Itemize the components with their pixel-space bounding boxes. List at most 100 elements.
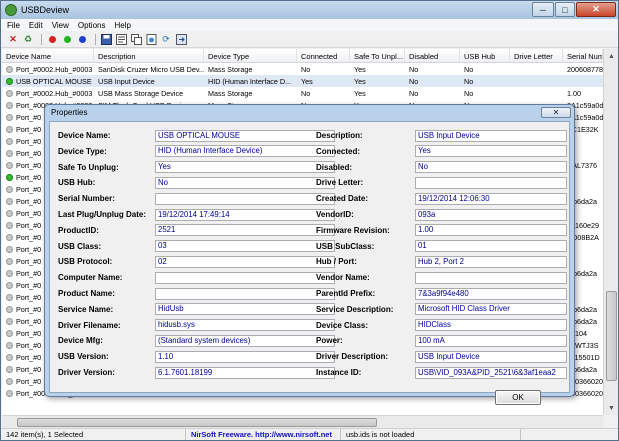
refresh-icon[interactable]: ⟳ [160,34,172,46]
property-value-field[interactable] [415,271,567,284]
property-value-field[interactable] [155,271,335,284]
title-bar[interactable]: USBDeview ─ □ ✕ [1,1,618,19]
column-header[interactable]: Connected [297,49,350,62]
column-header[interactable]: Drive Letter [510,49,563,62]
close-button[interactable]: ✕ [576,2,616,17]
property-value-field[interactable]: 1.00 [415,224,567,237]
status-dot-icon [6,245,13,253]
property-row: Service Description: [316,303,393,316]
cell-text: Yes [354,76,366,86]
blue-dot-icon[interactable] [76,34,88,46]
property-value-field[interactable]: 01 [415,240,567,253]
property-value-field[interactable]: 093a [415,208,567,221]
property-value-field[interactable]: Yes [415,145,567,158]
menu-file[interactable]: File [7,21,20,30]
property-value-field[interactable]: 100 mA [415,334,567,347]
status-credit-link[interactable]: NirSoft Freeware. http://www.nirsoft.net [186,429,341,440]
property-value-field[interactable]: HIDClass [415,319,567,332]
property-label: Service Description: [316,304,394,314]
property-value-field[interactable]: 2521 [155,224,335,237]
green-dot-icon[interactable] [61,34,73,46]
scroll-down-icon[interactable]: ▼ [604,401,619,415]
property-value-field[interactable]: HidUsb [155,303,335,316]
column-header[interactable]: USB Hub [460,49,510,62]
table-cell: USB Input Device [94,77,204,86]
property-value-field[interactable] [155,287,335,300]
menu-view[interactable]: View [52,21,69,30]
property-row: Computer Name: [58,271,122,284]
scroll-thumb[interactable] [606,291,617,381]
minimize-button[interactable]: ─ [532,2,554,17]
column-header[interactable]: Device Type [204,49,297,62]
property-row: Last Plug/Unplug Date: [58,208,146,221]
status-item-count: 142 item(s), 1 Selected [1,429,186,440]
property-label: ProductID: [58,225,99,235]
horizontal-scrollbar[interactable] [2,415,603,428]
column-header[interactable]: Disabled [405,49,460,62]
property-value-field[interactable]: USB Input Device [415,350,567,363]
vertical-scrollbar[interactable]: ▲ ▼ [603,49,618,415]
exit-icon[interactable] [175,34,187,46]
ok-button[interactable]: OK [495,390,541,405]
property-value-field[interactable]: Yes [155,161,335,174]
status-dot-icon [6,305,13,313]
property-label: Drive Letter: [316,178,364,188]
scroll-up-icon[interactable]: ▲ [604,49,619,63]
property-value-field[interactable]: hidusb.sys [155,319,335,332]
copy-icon[interactable] [130,34,142,46]
property-value-field[interactable]: USB Input Device [415,129,567,142]
cell-text: Mass Storage [208,88,253,98]
property-row: Safe To Unplug: [58,161,119,174]
save-icon[interactable] [100,34,112,46]
cell-text: Port_#0 [16,112,42,122]
dialog-close-button[interactable]: ✕ [541,107,571,118]
property-label: Driver Filename: [58,320,121,330]
property-label: Device Type: [58,146,107,156]
property-value-field[interactable]: USB\VID_093A&PID_2521\6&3af1eaa2 [415,366,567,379]
table-cell: Mass Storage [204,65,297,74]
menu-options[interactable]: Options [78,21,106,30]
cell-text: Port_#0 [16,304,42,314]
property-label: ParentId Prefix: [316,289,376,298]
property-value-field[interactable]: 19/12/2014 12:06:30 [415,192,567,205]
column-header[interactable]: Device Name [2,49,94,62]
property-value-field[interactable] [155,192,335,205]
property-value-field[interactable]: Microsoft HID Class Driver [415,303,567,316]
property-value-field[interactable]: 7&3a9f94e480 [415,287,567,300]
menu-edit[interactable]: Edit [29,21,43,30]
property-value-field[interactable]: 6.1.7601.18199 [155,366,335,379]
red-dot-icon[interactable] [46,34,58,46]
cell-text: Port_#0 [16,256,42,266]
html-report-icon[interactable] [145,34,157,46]
column-header[interactable]: Safe To Unpl... [350,49,405,62]
status-dot-icon [6,125,13,133]
table-row[interactable]: Port_#0002.Hub_#0003 USB Mass Storage Dev… [2,87,603,99]
cell-text: Port_#0 [16,172,42,182]
property-value-field[interactable]: 1.10 [155,350,335,363]
maximize-button[interactable]: □ [555,2,575,17]
table-row[interactable]: USB OPTICAL MOUSE USB Input Device HID (Hu… [2,75,603,87]
property-row: USB SubClass: [316,240,374,253]
property-value-field[interactable]: 19/12/2014 17:49:14 [155,208,335,221]
property-value-field[interactable]: (Standard system devices) [155,334,335,347]
property-value-field[interactable]: USB OPTICAL MOUSE [155,129,335,142]
scroll-thumb[interactable] [17,418,377,427]
property-label: Vendor Name: [316,273,370,283]
recycle-icon[interactable]: ♻ [22,34,34,46]
menu-help[interactable]: Help [114,21,130,30]
status-dot-icon [6,101,13,109]
status-dot-icon [6,257,13,265]
property-value-field[interactable]: HID (Human Interface Device) [155,145,335,158]
column-header[interactable]: Serial Numb [563,49,603,62]
delete-icon[interactable]: ✕ [7,34,19,46]
properties-icon[interactable] [115,34,127,46]
column-header[interactable]: Description [94,49,204,62]
property-value-field[interactable]: 03 [155,240,335,253]
cell-text: Port_#0 [16,160,42,170]
property-value-field[interactable]: Hub 2, Port 2 [415,255,567,268]
property-value-field[interactable]: No [155,176,335,189]
property-value-field[interactable]: 02 [155,255,335,268]
property-value-field[interactable] [415,176,567,189]
property-value-field[interactable]: No [415,161,567,174]
table-row[interactable]: Port_#0002.Hub_#0003 SanDisk Cruzer Micro… [2,63,603,75]
